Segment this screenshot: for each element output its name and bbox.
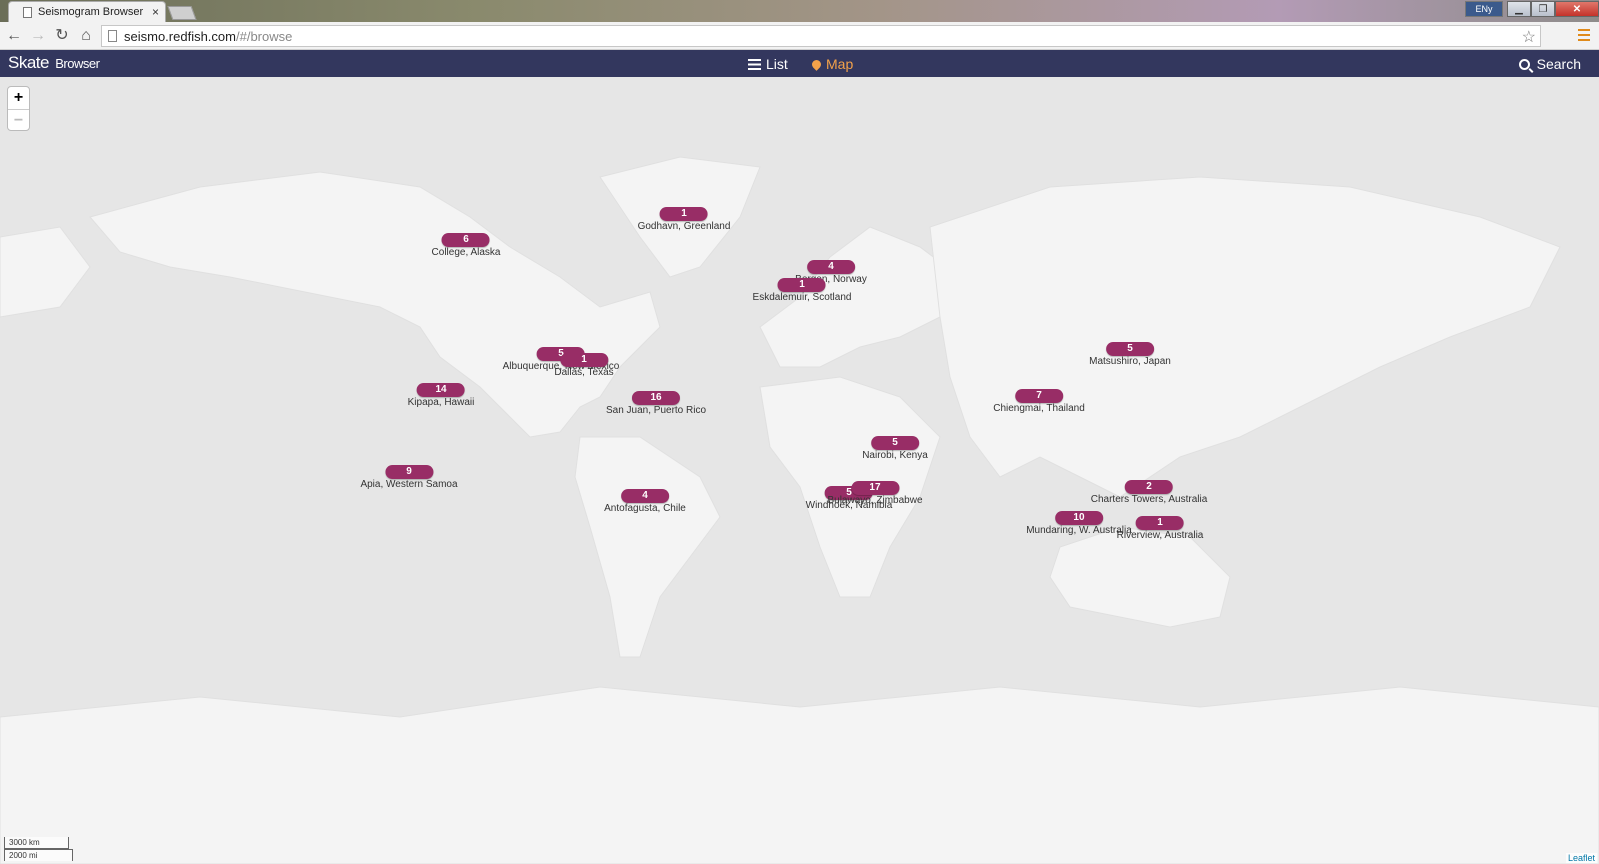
marker-label: Dallas, Texas [554,367,614,378]
forward-icon[interactable]: → [28,26,48,46]
marker-label: College, Alaska [431,247,501,258]
marker-count-badge[interactable]: 1 [1135,516,1184,530]
nav-list-link[interactable]: List [748,56,788,72]
home-icon[interactable]: ⌂ [76,26,96,46]
station-marker[interactable]: 17 Bulawayo, Zimbabwe [827,477,923,506]
marker-count-badge[interactable]: 10 [1054,511,1103,525]
station-marker[interactable]: 6 College, Alaska [431,229,501,258]
station-marker[interactable]: 1 Eskdalemuir, Scotland [752,274,852,303]
brand-logo[interactable]: Skate Browser [8,53,100,73]
nav-list-label: List [766,56,788,72]
scale-bar: 3000 km 2000 mi [4,837,73,861]
marker-count-badge[interactable]: 4 [621,489,669,503]
marker-label: Charters Towers, Australia [1090,494,1208,505]
marker-count-badge[interactable]: 1 [777,278,826,292]
zoom-in-button[interactable]: + [8,87,29,109]
map-marker-icon [810,57,823,71]
marker-count-badge[interactable]: 5 [871,436,919,450]
url-path: /#/browse [235,28,293,44]
nav-map-label: Map [826,56,854,72]
bookmark-star-icon[interactable]: ☆ [1522,27,1536,47]
browser-toolbar: ← → ↻ ⌂ seismo.redfish.com/#/browse ☆ [0,22,1599,50]
window-controls: ENy ▁ ❐ ✕ [1465,0,1599,18]
close-window-button[interactable]: ✕ [1555,1,1599,17]
station-marker[interactable]: 7 Chiengmai, Thailand [993,385,1085,414]
restore-button[interactable]: ❐ [1531,1,1555,17]
back-icon[interactable]: ← [4,26,24,46]
minimize-button[interactable]: ▁ [1507,1,1531,17]
nav-map-link[interactable]: Map [810,56,854,72]
url-host: seismo.redfish.com [124,28,236,44]
marker-count-badge[interactable]: 4 [806,260,855,274]
tab-title: Seismogram Browser [38,6,144,18]
marker-count-badge[interactable]: 7 [1014,389,1063,403]
app-navbar: Skate Browser List Map Search [0,50,1599,77]
map-tiles [0,156,1599,864]
browser-tab[interactable]: Seismogram Browser × [8,1,166,22]
marker-label: Kipapa, Hawaii [407,397,475,408]
scale-mi: 2000 mi [4,849,73,861]
language-badge[interactable]: ENy [1465,1,1503,17]
station-marker[interactable]: 14 Kipapa, Hawaii [407,379,475,408]
marker-count-badge[interactable]: 9 [385,465,433,479]
marker-label: Riverview, Australia [1116,530,1204,541]
list-icon [748,58,761,70]
marker-label: San Juan, Puerto Rico [605,405,707,416]
nav-search-link[interactable]: Search [1518,56,1581,72]
brand-sub: Browser [55,56,100,71]
address-bar[interactable]: seismo.redfish.com/#/browse ☆ [101,25,1541,47]
brand-main: Skate [8,53,49,72]
marker-label: Godhavn, Greenland [637,221,731,232]
page-info-icon [108,30,117,42]
marker-label: Chiengmai, Thailand [993,403,1085,414]
station-marker[interactable]: 5 Matsushiro, Japan [1089,338,1171,367]
new-tab-button[interactable] [167,6,197,20]
station-marker[interactable]: 5 Nairobi, Kenya [862,432,928,461]
station-marker[interactable]: 2 Charters Towers, Australia [1090,476,1208,505]
marker-count-badge[interactable]: 14 [417,383,465,397]
marker-label: Matsushiro, Japan [1089,356,1171,367]
tab-close-icon[interactable]: × [152,5,159,19]
scale-km: 3000 km [4,837,69,849]
station-marker[interactable]: 9 Apia, Western Samoa [360,461,458,490]
marker-count-badge[interactable]: 1 [660,207,708,221]
marker-count-badge[interactable]: 16 [632,391,680,405]
search-icon [1518,58,1530,70]
marker-label: Antofagusta, Chile [604,503,686,514]
marker-label: Eskdalemuir, Scotland [752,292,852,303]
station-marker[interactable]: 4 Antofagusta, Chile [604,485,686,514]
station-marker[interactable]: 16 San Juan, Puerto Rico [606,387,706,416]
reload-icon[interactable]: ↻ [52,26,72,46]
marker-count-badge[interactable]: 1 [559,353,608,367]
marker-label: Bulawayo, Zimbabwe [827,495,923,506]
world-map[interactable]: + − 1 Godhavn, Greenland 6 College, Alaska 4… [0,77,1599,864]
marker-label: Apia, Western Samoa [360,479,458,490]
marker-count-badge[interactable]: 2 [1125,480,1173,494]
zoom-out-button[interactable]: − [8,109,29,131]
marker-count-badge[interactable]: 17 [850,481,899,495]
station-marker[interactable]: 1 Godhavn, Greenland [637,203,731,232]
browser-menu-icon[interactable] [1578,29,1590,41]
station-marker[interactable]: 1 Dallas, Texas [554,349,614,378]
nav-search-label: Search [1536,56,1581,72]
browser-titlebar: Seismogram Browser × ENy ▁ ❐ ✕ [0,0,1599,22]
map-attribution-link[interactable]: Leaflet [1565,853,1597,863]
marker-count-badge[interactable]: 6 [442,233,490,247]
marker-label: Nairobi, Kenya [862,450,928,461]
marker-count-badge[interactable]: 5 [1106,342,1154,356]
zoom-control: + − [7,86,30,131]
page-icon [23,6,32,18]
station-marker[interactable]: 1 Riverview, Australia [1116,512,1204,541]
